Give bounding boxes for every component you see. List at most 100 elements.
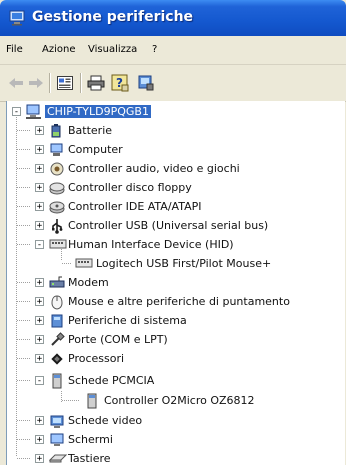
menu-bar: File Azione Visualizza ? [0, 36, 346, 65]
tree-guide-line [17, 225, 31, 226]
tree-item-monitors[interactable]: + Schermi [7, 431, 337, 449]
tree-item-keyboards[interactable]: + Tastiere [7, 450, 337, 465]
toolbar-separator [80, 73, 82, 93]
tree-guide-line [62, 263, 72, 264]
expand-expander[interactable]: + [35, 435, 44, 445]
tree-item-label: Schede video [68, 414, 143, 427]
computer-icon [49, 142, 65, 158]
tree-item-label: Tastiere [68, 452, 111, 465]
expand-expander[interactable]: + [35, 164, 44, 174]
modem-icon [49, 275, 65, 291]
tree-item-label: Human Interface Device (HID) [68, 238, 234, 251]
keyboard-icon [48, 451, 68, 465]
processor-icon [49, 351, 65, 367]
expand-expander[interactable]: + [35, 126, 44, 136]
expand-expander[interactable]: + [35, 297, 44, 307]
computer-root-icon [26, 104, 42, 120]
hid-device-icon [75, 256, 93, 272]
expand-expander[interactable]: + [35, 278, 44, 288]
tree-item-ide[interactable]: + Controller IDE ATA/ATAPI [7, 198, 337, 216]
tree-item-processors[interactable]: + Processori [7, 350, 337, 368]
back-arrow-icon[interactable] [7, 74, 25, 92]
window-title: Gestione periferiche [32, 9, 194, 25]
tree-root[interactable]: - CHIP-TYLD9PQGB1 [7, 103, 337, 121]
tree-item-mouse[interactable]: + Mouse e altre periferiche di puntament… [7, 293, 337, 311]
tree-guide-line [17, 358, 31, 359]
expand-expander[interactable]: + [35, 145, 44, 155]
collapse-expander[interactable]: - [12, 107, 21, 117]
properties-icon[interactable] [56, 74, 74, 92]
tree-item-label: Modem [68, 276, 109, 289]
tree-item-label: Logitech USB First/Pilot Mouse+ [96, 257, 272, 270]
battery-icon [49, 123, 65, 139]
tree-item-video[interactable]: + Schede video [7, 412, 337, 430]
system-devices-icon [49, 313, 65, 329]
tree-item-floppy[interactable]: + Controller disco floppy [7, 179, 337, 197]
device-tree[interactable]: - CHIP-TYLD9PQGB1 + Batterie + Computer … [6, 101, 345, 465]
usb-icon [49, 218, 65, 234]
tree-guide-line [17, 130, 31, 131]
scan-hardware-icon[interactable] [137, 74, 155, 92]
tree-guide-line [17, 206, 31, 207]
sound-icon [49, 161, 65, 177]
tree-item-computer[interactable]: + Computer [7, 141, 337, 159]
tree-item-modem[interactable]: + Modem [7, 274, 337, 292]
expand-expander[interactable]: + [35, 354, 44, 364]
tree-guide-line [17, 168, 31, 169]
tree-item-label: Controller O2Micro OZ6812 [104, 394, 255, 407]
collapse-expander[interactable]: - [35, 376, 44, 386]
menu-file[interactable]: File [6, 44, 23, 55]
tree-item-hid[interactable]: - Human Interface Device (HID) [7, 236, 337, 254]
tree-item-o2micro[interactable]: Controller O2Micro OZ6812 [7, 392, 337, 410]
tree-guide-line [17, 458, 31, 459]
tree-item-label: Batterie [68, 124, 113, 137]
tree-item-label: Mouse e altre periferiche di puntamento [68, 295, 290, 308]
expand-expander[interactable]: + [35, 335, 44, 345]
tree-item-ports[interactable]: + Porte (COM e LPT) [7, 331, 337, 349]
tree-item-usb[interactable]: + Controller USB (Universal serial bus) [7, 217, 337, 235]
forward-arrow-icon[interactable] [27, 74, 45, 92]
print-icon[interactable] [87, 74, 105, 92]
monitor-icon [49, 432, 65, 448]
tree-item-pcmcia[interactable]: - Schede PCMCIA [7, 372, 337, 390]
expand-expander[interactable]: + [35, 202, 44, 212]
tree-root-label[interactable]: CHIP-TYLD9PQGB1 [45, 105, 151, 118]
menu-help[interactable]: ? [152, 44, 157, 55]
title-bar[interactable]: Gestione periferiche [0, 0, 346, 36]
tree-item-system-devices[interactable]: + Periferiche di sistema [7, 312, 337, 330]
tree-item-label: Controller IDE ATA/ATAPI [68, 200, 202, 213]
menu-visualizza[interactable]: Visualizza [88, 44, 137, 55]
expand-expander[interactable]: + [35, 221, 44, 231]
pcmcia-controller-icon [84, 393, 100, 409]
mouse-icon [49, 294, 65, 310]
menu-azione[interactable]: Azione [42, 44, 75, 55]
tree-item-label: Computer [68, 143, 123, 156]
tree-guide-line [17, 380, 31, 381]
tree-item-label: Controller USB (Universal serial bus) [68, 219, 269, 232]
tree-guide-line [17, 149, 31, 150]
tree-item-label: Controller audio, video e giochi [68, 162, 240, 175]
expand-expander[interactable]: + [35, 183, 44, 193]
tree-item-label: Controller disco floppy [68, 181, 192, 194]
tree-item-label: Schermi [68, 433, 113, 446]
ide-controller-icon [49, 199, 65, 215]
toolbar: ? [0, 65, 346, 102]
tree-item-label: Porte (COM e LPT) [68, 333, 168, 346]
tree-item-logitech-mouse[interactable]: Logitech USB First/Pilot Mouse+ [7, 255, 337, 273]
tree-guide-line [17, 339, 31, 340]
tree-guide-line [17, 320, 31, 321]
floppy-controller-icon [49, 180, 65, 196]
tree-guide-line [17, 187, 31, 188]
expand-expander[interactable]: + [35, 316, 44, 326]
expand-expander[interactable]: + [35, 454, 44, 464]
tree-item-batterie[interactable]: + Batterie [7, 122, 337, 140]
collapse-expander[interactable]: - [35, 240, 44, 250]
expand-expander[interactable]: + [35, 416, 44, 426]
device-manager-app-icon [9, 10, 27, 26]
tree-guide-line [17, 420, 31, 421]
tree-guide-line [17, 282, 31, 283]
tree-guide-line [17, 301, 31, 302]
hid-icon [49, 237, 67, 253]
tree-item-audio[interactable]: + Controller audio, video e giochi [7, 160, 337, 178]
help-icon[interactable]: ? [111, 74, 129, 92]
